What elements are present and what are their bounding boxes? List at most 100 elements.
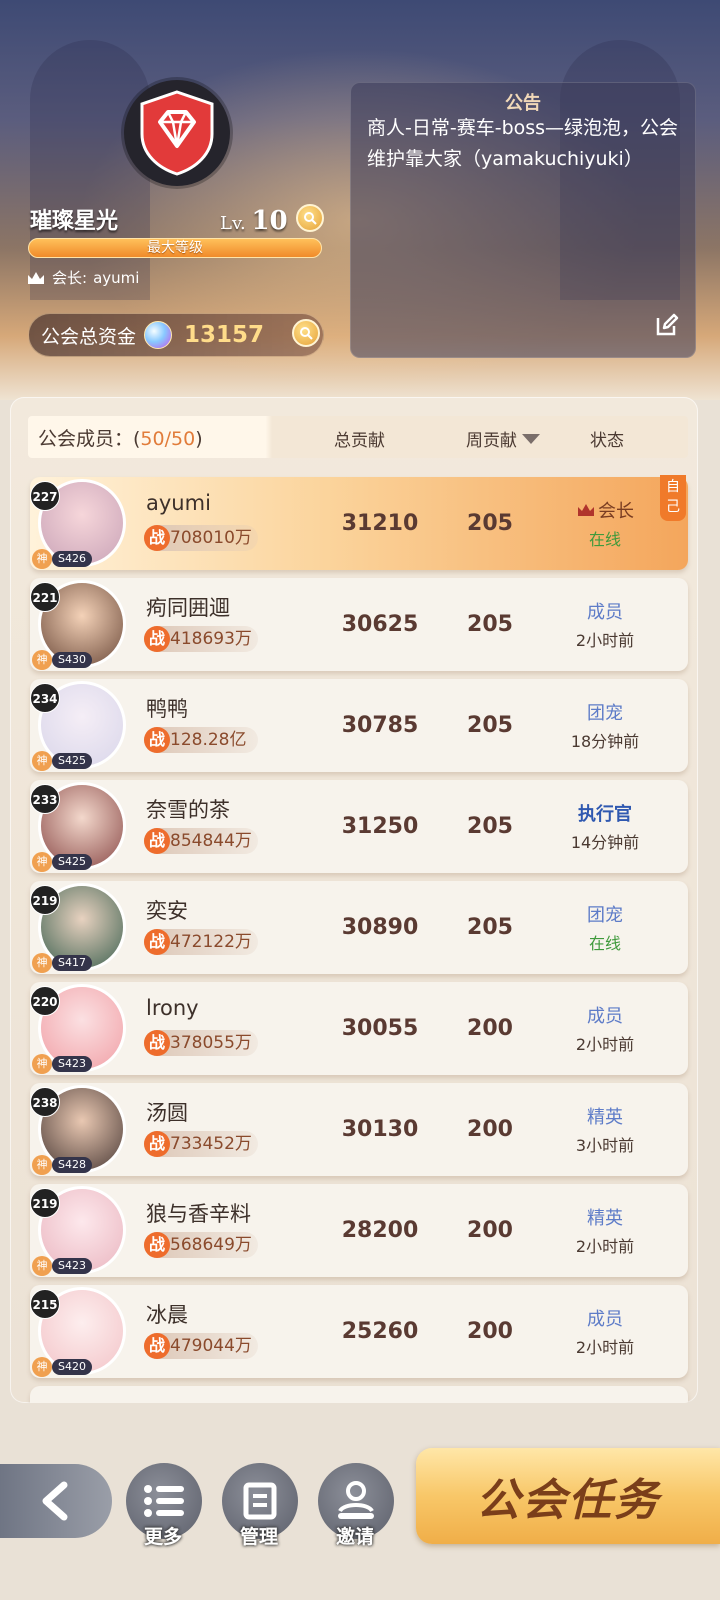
member-role: 精英 (587, 1208, 623, 1229)
guild-name: 璀璨星光 (30, 209, 119, 234)
guild-quest-button[interactable]: 公会任务 (416, 1448, 720, 1544)
self-tag: 自己 (660, 475, 686, 521)
member-name: ayumi (146, 491, 211, 515)
god-badge: 神 (32, 1155, 52, 1175)
god-badge: 神 (32, 852, 52, 872)
member-name: 冰晨 (146, 1303, 188, 1327)
edit-announcement-button[interactable] (655, 313, 679, 341)
search-icon (300, 327, 313, 340)
guild-leader: 会长: ayumi (26, 267, 139, 288)
member-total-contribution: 30625 (341, 612, 419, 637)
member-last-online: 在线 (588, 530, 621, 549)
power-icon: 战 (144, 1232, 170, 1258)
member-row[interactable]: 215 神 S420 冰晨 战 479044万 25260 200 成员 2小时前 (30, 1285, 688, 1378)
member-row-partial[interactable] (30, 1386, 688, 1403)
members-label-close: ) (195, 428, 203, 450)
member-power: 战 708010万 (144, 525, 258, 551)
list-icon (144, 1485, 184, 1517)
member-name: 奕安 (146, 899, 188, 923)
member-power-value: 479044万 (170, 1336, 252, 1356)
member-power: 战 733452万 (144, 1131, 258, 1157)
member-status: 会长 在线 (545, 497, 665, 550)
member-name: 奈雪的茶 (146, 798, 230, 822)
member-server: S423 (52, 1056, 92, 1072)
member-name: 痀同囲逥 (146, 596, 230, 620)
member-name: 汤圆 (146, 1101, 188, 1125)
member-last-online: 2小时前 (575, 1035, 635, 1054)
search-icon (304, 212, 317, 225)
member-last-online: 3小时前 (575, 1136, 635, 1155)
guild-emblem[interactable] (124, 80, 230, 186)
chevron-left-icon (42, 1481, 68, 1521)
back-button[interactable] (0, 1464, 112, 1538)
member-server: S428 (52, 1157, 92, 1173)
funds-value: 13157 (184, 322, 265, 348)
members-label-text: 公会成员：( (38, 428, 141, 450)
level-info-button[interactable] (296, 204, 324, 232)
manage-label: 管理 (239, 1526, 278, 1548)
member-row[interactable]: 233 神 S425 奈雪的茶 战 854844万 31250 205 执行官 1… (30, 780, 688, 873)
column-weekly-label: 周贡献 (466, 431, 517, 451)
power-icon: 战 (144, 1131, 170, 1157)
announcement-panel: 公告 商人-日常-赛车-boss—绿泡泡，公会维护靠大家（yamakuchiyu… (350, 82, 696, 358)
member-power: 战 479044万 (144, 1333, 258, 1359)
member-total-contribution: 31210 (341, 511, 419, 536)
member-total-contribution: 30890 (341, 915, 419, 940)
more-label: 更多 (143, 1526, 182, 1548)
member-status: 成员 2小时前 (545, 1002, 665, 1055)
god-badge: 神 (32, 1054, 52, 1074)
invite-user-icon (338, 1481, 374, 1519)
background-arch (30, 40, 150, 300)
crown-icon (28, 271, 44, 284)
member-level: 219 (30, 885, 60, 915)
column-total-contribution: 总贡献 (334, 431, 385, 451)
member-power: 战 568649万 (144, 1232, 258, 1258)
member-status: 精英 3小时前 (545, 1103, 665, 1156)
member-total-contribution: 25260 (341, 1319, 419, 1344)
member-role: 精英 (587, 1107, 623, 1128)
member-power-value: 472122万 (170, 932, 252, 952)
level-number: 10 (251, 206, 288, 236)
member-row[interactable]: 221 神 S430 痀同囲逥 战 418693万 30625 205 成员 2小… (30, 578, 688, 671)
member-level: 215 (30, 1289, 60, 1319)
member-last-online: 2小时前 (575, 631, 635, 650)
member-role: 会长 (545, 497, 665, 523)
member-row[interactable]: 219 神 S423 狼与香辛料 战 568649万 28200 200 精英 2… (30, 1184, 688, 1277)
member-row[interactable]: 234 神 S425 鸭鸭 战 128.28亿 30785 205 团宠 18分钟… (30, 679, 688, 772)
member-status: 团宠 18分钟前 (545, 699, 665, 752)
power-icon: 战 (144, 727, 170, 753)
member-power-value: 854844万 (170, 831, 252, 851)
crystal-icon (144, 321, 173, 349)
member-server: S425 (52, 854, 92, 870)
members-panel: 公会成员：(50/50) 总贡献 周贡献 状态 227 神 S426 ayumi… (10, 397, 698, 1403)
member-role: 团宠 (587, 703, 623, 724)
level-prefix: Lv. (220, 213, 246, 234)
member-total-contribution: 28200 (341, 1218, 419, 1243)
member-row[interactable]: 238 神 S428 汤圆 战 733452万 30130 200 精英 3小时前 (30, 1083, 688, 1176)
member-level: 238 (30, 1087, 60, 1117)
power-icon: 战 (144, 626, 170, 652)
member-status: 成员 2小时前 (545, 1305, 665, 1358)
member-weekly-contribution: 200 (467, 1117, 513, 1142)
god-badge: 神 (32, 1357, 52, 1377)
member-row[interactable]: 227 神 S426 ayumi 战 708010万 31210 205 会长 在… (30, 475, 688, 570)
member-row[interactable]: 220 神 S423 lrony 战 378055万 30055 200 成员 2… (30, 982, 688, 1075)
member-weekly-contribution: 200 (467, 1016, 513, 1041)
column-weekly-contribution[interactable]: 周贡献 (466, 426, 541, 451)
member-level: 234 (30, 683, 60, 713)
power-icon: 战 (144, 525, 170, 551)
member-last-online: 2小时前 (575, 1237, 635, 1256)
member-weekly-contribution: 205 (467, 612, 513, 637)
guild-funds: 公会总资金 13157 (28, 313, 324, 357)
member-status: 团宠 在线 (545, 901, 665, 954)
member-row[interactable]: 219 神 S417 奕安 战 472122万 30890 205 团宠 在线 (30, 881, 688, 974)
member-power: 战 854844万 (144, 828, 258, 854)
funds-info-button[interactable] (292, 319, 320, 347)
member-last-online: 在线 (588, 934, 621, 953)
member-level: 219 (30, 1188, 60, 1218)
member-last-online: 14分钟前 (570, 833, 640, 852)
members-count: 50/50 (140, 428, 196, 450)
member-power-value: 568649万 (170, 1235, 252, 1255)
member-last-online: 2小时前 (575, 1338, 635, 1357)
member-level: 220 (30, 986, 60, 1016)
